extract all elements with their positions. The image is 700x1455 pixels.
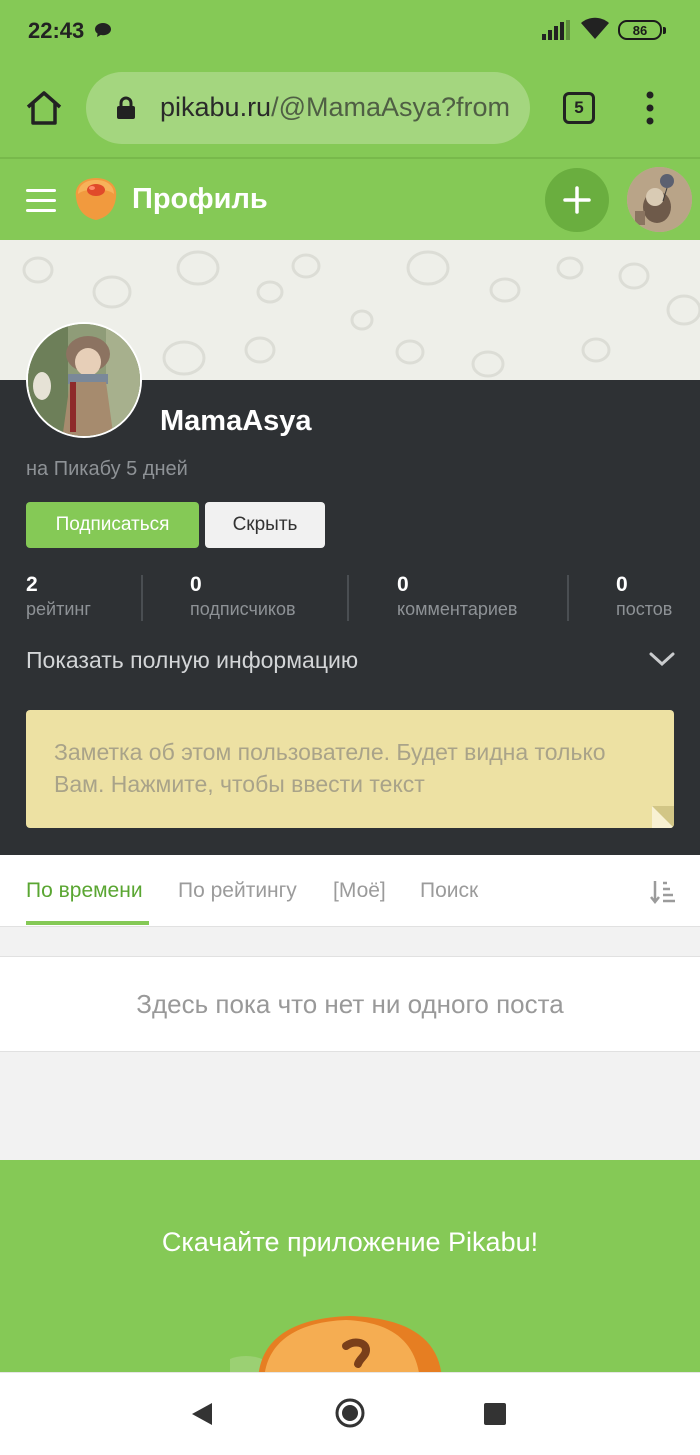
stat-value: 2 [26, 573, 38, 596]
pikabu-logo-icon[interactable] [70, 175, 122, 223]
plus-icon [563, 186, 591, 214]
hide-button[interactable]: Скрыть [205, 502, 325, 548]
note-fold [652, 806, 674, 828]
tab-search[interactable]: Поиск [420, 879, 478, 903]
battery-icon: 86 [618, 20, 666, 40]
stat-label: постов [616, 599, 673, 619]
profile-panel: MamaAsya на Пикабу 5 дней Подписаться Ск… [0, 380, 700, 855]
status-time: 22:43 [28, 18, 85, 43]
stat-value: 0 [397, 573, 409, 596]
stat-comments: 0 комментариев [397, 573, 517, 620]
stat-divider [141, 575, 143, 621]
stat-subscribers: 0 подписчиков [190, 573, 296, 620]
signal-icon [542, 20, 570, 40]
wifi-icon [581, 17, 609, 39]
url-text: pikabu.ru/@MamaAsya?from [160, 92, 516, 123]
empty-posts-box: Здесь пока что нет ни одного поста [0, 956, 700, 1052]
system-navigation-bar [0, 1372, 700, 1455]
membership-duration: на Пикабу 5 дней [26, 458, 188, 480]
app-download-banner[interactable]: Скачайте приложение Pikabu! [0, 1160, 700, 1372]
add-post-button[interactable] [545, 168, 609, 232]
tab-by-rating[interactable]: По рейтингу [178, 879, 297, 903]
chevron-down-icon[interactable] [648, 650, 676, 668]
chat-notification-icon [95, 23, 111, 37]
tab-switcher-button[interactable]: 5 [563, 92, 595, 124]
stat-posts: 0 постов [616, 573, 672, 620]
home-icon[interactable] [24, 88, 64, 128]
more-vert-icon[interactable] [640, 90, 660, 126]
tab-mine[interactable]: [Моё] [333, 879, 386, 903]
profile-username: MamaAsya [160, 405, 312, 437]
address-bar[interactable]: pikabu.ru/@MamaAsya?from [86, 72, 530, 144]
user-note-field[interactable]: Заметка об этом пользователе. Будет видн… [26, 710, 674, 828]
stat-divider [567, 575, 569, 621]
user-avatar-image [627, 167, 692, 232]
active-tab-indicator [26, 921, 149, 925]
user-avatar[interactable] [627, 167, 692, 232]
tab-by-time[interactable]: По времени [26, 879, 143, 903]
profile-avatar [26, 322, 142, 438]
tab-count: 5 [574, 98, 584, 117]
stat-divider [347, 575, 349, 621]
hamburger-menu-icon[interactable] [26, 189, 56, 213]
stat-label: комментариев [397, 599, 518, 619]
note-placeholder: Заметка об этом пользователе. Будет видн… [54, 739, 606, 797]
url-host: pikabu.ru [160, 92, 272, 122]
show-full-info-link[interactable]: Показать полную информацию [26, 647, 358, 674]
battery-level: 86 [632, 22, 648, 38]
subscribe-button[interactable]: Подписаться [26, 502, 199, 548]
recent-apps-icon[interactable] [484, 1403, 506, 1425]
page-title: Профиль [132, 183, 268, 215]
app-download-text: Скачайте приложение Pikabu! [161, 1227, 539, 1257]
stat-value: 0 [190, 573, 202, 596]
empty-posts-message: Здесь пока что нет ни одного поста [136, 989, 564, 1019]
stat-rating: 2 рейтинг [26, 573, 91, 620]
sort-icon[interactable] [650, 879, 676, 905]
url-path: /@MamaAsya?from [271, 92, 511, 122]
stat-label: подписчиков [190, 599, 296, 619]
stat-label: рейтинг [26, 599, 91, 619]
lock-icon [117, 96, 135, 119]
stat-value: 0 [616, 573, 628, 596]
profile-avatar-image [28, 324, 140, 436]
post-sort-tabs: По времени По рейтингу [Моё] Поиск [0, 855, 700, 927]
status-bar: 22:43 86 [0, 0, 700, 62]
back-icon[interactable] [190, 1401, 214, 1427]
home-circle-icon[interactable] [334, 1397, 366, 1429]
app-header: Профиль [0, 157, 700, 240]
pikabu-mascot-icon [230, 1316, 442, 1372]
browser-toolbar: pikabu.ru/@MamaAsya?from 5 [0, 62, 700, 157]
